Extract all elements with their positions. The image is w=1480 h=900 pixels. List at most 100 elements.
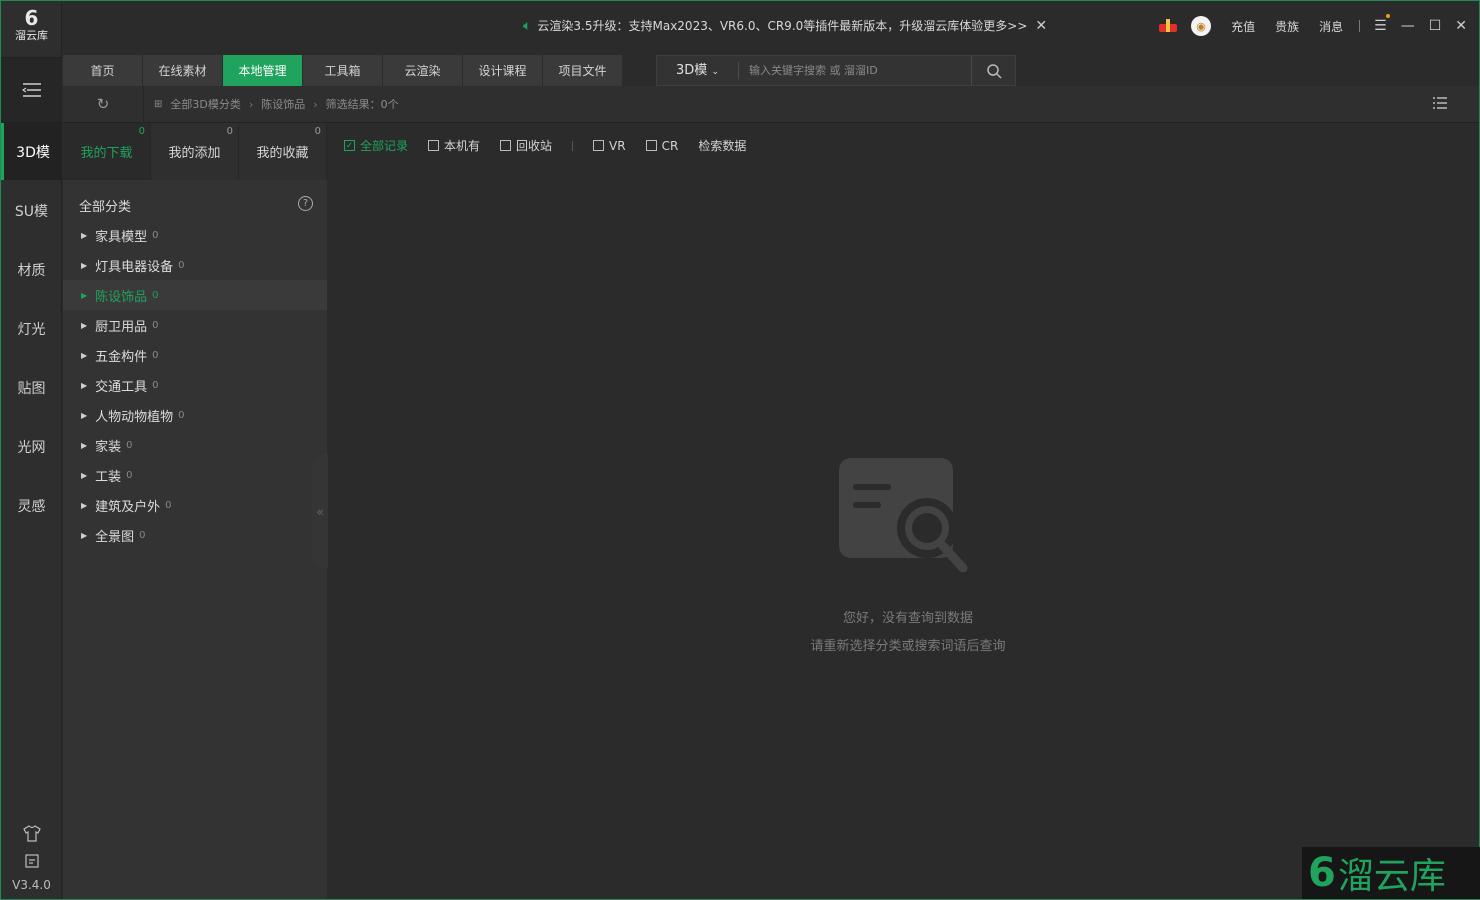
empty-hint: 请重新选择分类或搜索词语后查询	[810, 639, 1006, 654]
tab-home[interactable]: 首页	[63, 55, 142, 86]
tab-my-favorites[interactable]: 我的收藏 0	[239, 123, 327, 180]
category-list: ▶ 家具模型 0 ▶ 灯具电器设备 0 ▶ 陈设饰品 0 ▶ 厨卫用品 0 ▶ 五金构件 0 ▶ 交通…	[63, 220, 327, 550]
category-item[interactable]: ▶ 家装 0	[63, 430, 327, 460]
category-item-selected[interactable]: ▶ 陈设饰品 0	[63, 280, 327, 310]
checkbox-icon	[428, 140, 440, 151]
minimize-icon[interactable]: —	[1401, 18, 1415, 34]
filter-local[interactable]: 本机有	[428, 137, 480, 154]
skin-icon[interactable]	[1, 825, 62, 846]
logo-name: 溜云库	[15, 29, 48, 42]
breadcrumb: ↻ ⊞ 全部3D模分类 › 陈设饰品 › 筛选结果：0个	[63, 85, 1479, 123]
app-window: 6 溜云库 3D模 SU模 材质 灯光 贴图 光网 灵感 V3.4.0 🔈︎ 云…	[0, 0, 1480, 900]
rail-item-texture[interactable]: 贴图	[1, 359, 62, 416]
refresh-icon[interactable]: ↻	[63, 95, 143, 113]
filter-all-records[interactable]: ✓ 全部记录	[344, 137, 408, 154]
tab-toolbox[interactable]: 工具箱	[303, 55, 382, 86]
expand-arrow-icon: ▶	[81, 410, 88, 420]
category-item[interactable]: ▶ 厨卫用品 0	[63, 310, 327, 340]
checkbox-icon	[593, 140, 605, 151]
filter-vr[interactable]: VR	[593, 139, 626, 153]
tab-design-course[interactable]: 设计课程	[463, 55, 542, 86]
double-chevron-left-icon: «	[316, 504, 324, 519]
chevron-down-icon: ⌄	[711, 67, 719, 77]
category-item[interactable]: ▶ 灯具电器设备 0	[63, 250, 327, 280]
category-item[interactable]: ▶ 交通工具 0	[63, 370, 327, 400]
menu-toggle-button[interactable]	[1, 57, 62, 123]
search-input[interactable]	[739, 64, 971, 77]
avatar[interactable]: ◉	[1191, 16, 1212, 36]
settings-menu-icon[interactable]: ☰	[1374, 14, 1390, 34]
version-label: V3.4.0	[12, 878, 51, 892]
list-view-icon[interactable]	[1433, 97, 1447, 109]
expand-arrow-icon: ▶	[81, 530, 88, 540]
tab-my-added[interactable]: 我的添加 0	[151, 123, 239, 180]
tab-cloud-render[interactable]: 云渲染	[383, 55, 462, 86]
filter-bar: ✓ 全部记录 本机有 回收站 VR CR 检索数据	[344, 137, 766, 154]
checkbox-checked-icon: ✓	[344, 140, 355, 151]
search-icon	[986, 63, 1002, 79]
empty-title: 您好，没有查询到数据	[842, 611, 973, 626]
category-item[interactable]: ▶ 五金构件 0	[63, 340, 327, 370]
tab-online-assets[interactable]: 在线素材	[143, 55, 222, 86]
close-window-icon[interactable]: ✕	[1455, 18, 1467, 34]
category-item[interactable]: ▶ 全景图 0	[63, 520, 327, 550]
empty-search-icon	[839, 458, 968, 573]
category-item[interactable]: ▶ 建筑及户外 0	[63, 490, 327, 520]
content-area: ✓ 全部记录 本机有 回收站 VR CR 检索数据 您好，没有查询到数据 请重新选…	[328, 123, 1479, 899]
brand-watermark: 6 溜云库	[1302, 847, 1480, 899]
tab-my-downloads[interactable]: 我的下载 0	[63, 123, 151, 180]
category-header[interactable]: 全部分类	[79, 196, 131, 215]
download-count: 0	[138, 126, 145, 137]
chevron-right-icon: ›	[313, 97, 318, 111]
category-grid-icon: ⊞	[154, 98, 163, 110]
title-bar: 🔈︎ 云渲染3.5升级：支持Max2023、VR6.0、CR9.0等插件最新版本…	[63, 1, 1479, 53]
checkbox-icon	[500, 140, 512, 151]
app-logo: 6 溜云库	[1, 7, 62, 43]
upgrade-notice[interactable]: 🔈︎ 云渲染3.5升级：支持Max2023、VR6.0、CR9.0等插件最新版本…	[523, 17, 1047, 34]
feedback-icon[interactable]	[1, 853, 62, 873]
divider	[1359, 20, 1361, 32]
brand-name: 溜云库	[1337, 856, 1446, 897]
left-rail: 6 溜云库 3D模 SU模 材质 灯光 贴图 光网 灵感 V3.4.0	[1, 1, 62, 899]
vip-link[interactable]: 贵族	[1275, 18, 1299, 35]
rail-item-3d[interactable]: 3D模	[1, 123, 62, 180]
rail-item-ies[interactable]: 光网	[1, 418, 62, 475]
library-subtabs: 我的下载 0 我的添加 0 我的收藏 0	[63, 123, 327, 180]
help-icon[interactable]: ?	[298, 196, 313, 211]
gift-icon[interactable]	[1157, 19, 1179, 33]
brand-mark: 6	[1308, 850, 1336, 896]
search-bar: 3D模 ⌄	[656, 55, 1016, 86]
filter-cr[interactable]: CR	[645, 139, 678, 153]
main-tabs: 首页 在线素材 本地管理 工具箱 云渲染 设计课程 项目文件	[63, 55, 623, 86]
recharge-link[interactable]: 充值	[1231, 18, 1255, 35]
category-item[interactable]: ▶ 家具模型 0	[63, 220, 327, 250]
top-right-actions: ◉ 充值 贵族 消息 ☰ — ☐ ✕	[1157, 14, 1467, 36]
expand-arrow-icon: ▶	[81, 260, 88, 270]
rail-item-material[interactable]: 材质	[1, 241, 62, 298]
tab-local-manage[interactable]: 本地管理	[223, 55, 302, 86]
collapse-panel-button[interactable]: «	[312, 454, 328, 569]
close-notice-icon[interactable]: ✕	[1035, 18, 1047, 34]
expand-arrow-icon: ▶	[81, 500, 88, 510]
filter-recycle-bin[interactable]: 回收站	[500, 137, 552, 154]
notice-text: 云渲染3.5升级：支持Max2023、VR6.0、CR9.0等插件最新版本，升级…	[537, 19, 1028, 33]
category-item[interactable]: ▶ 工装 0	[63, 460, 327, 490]
checkbox-icon	[645, 140, 657, 151]
expand-arrow-icon: ▶	[81, 350, 88, 360]
empty-state: 您好，没有查询到数据 请重新选择分类或搜索词语后查询	[778, 593, 1038, 654]
added-count: 0	[226, 126, 233, 137]
message-link[interactable]: 消息	[1319, 18, 1343, 35]
rail-item-light[interactable]: 灯光	[1, 300, 62, 357]
search-button[interactable]	[971, 56, 1015, 85]
rail-item-inspiration[interactable]: 灵感	[1, 477, 62, 534]
tab-project-files[interactable]: 项目文件	[543, 55, 622, 86]
filter-result-count: 筛选结果：0个	[325, 98, 399, 111]
check-data-button[interactable]: 检索数据	[698, 137, 746, 154]
rail-item-su[interactable]: SU模	[1, 182, 62, 239]
expand-arrow-icon: ▶	[81, 440, 88, 450]
breadcrumb-current[interactable]: 陈设饰品	[261, 96, 305, 112]
search-type-select[interactable]: 3D模 ⌄	[657, 62, 739, 79]
maximize-icon[interactable]: ☐	[1429, 18, 1442, 34]
category-item[interactable]: ▶ 人物动物植物 0	[63, 400, 327, 430]
breadcrumb-root[interactable]: 全部3D模分类	[170, 96, 240, 112]
